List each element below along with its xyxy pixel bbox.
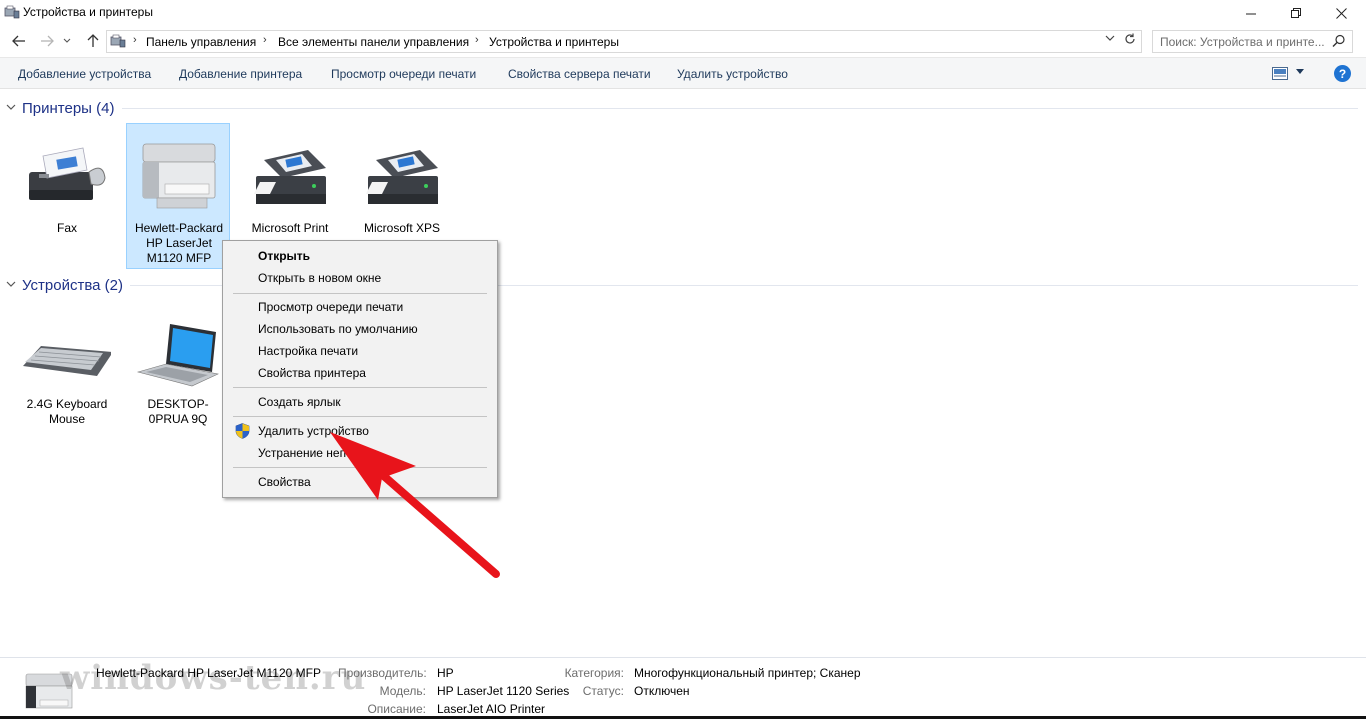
command-bar: Добавление устройства Добавление принтер… xyxy=(0,57,1366,89)
breadcrumb-separator-icon: › xyxy=(263,34,267,46)
device-keyboard-mouse[interactable]: 2.4G Keyboard Mouse xyxy=(15,300,119,434)
minimize-button[interactable] xyxy=(1228,0,1274,26)
view-options-button[interactable] xyxy=(1296,66,1304,76)
search-input[interactable] xyxy=(1153,31,1328,52)
printer-icon xyxy=(254,150,326,204)
menu-separator xyxy=(233,293,487,294)
add-device-button[interactable]: Добавление устройства xyxy=(18,67,151,81)
refresh-button[interactable] xyxy=(1123,32,1137,49)
back-button[interactable] xyxy=(8,30,30,52)
breadcrumb-separator-icon: › xyxy=(133,34,137,46)
device-label: Hewlett-Packard HP LaserJet M1120 MFP xyxy=(134,221,224,265)
recent-locations-button[interactable] xyxy=(60,30,74,52)
chevron-down-icon xyxy=(63,38,71,43)
red-arrow-annotation-icon xyxy=(330,432,500,578)
category-key: Категория: xyxy=(564,666,624,680)
help-icon[interactable]: ? xyxy=(1334,65,1351,82)
refresh-icon xyxy=(1125,33,1135,44)
device-label: 2.4G Keyboard Mouse xyxy=(26,397,108,426)
device-desktop-computer[interactable]: DESKTOP-0PRUA 9Q xyxy=(126,300,230,434)
devices-group-header[interactable]: Устройства (2) xyxy=(6,275,123,295)
menu-item-open[interactable]: Открыть xyxy=(225,245,495,267)
menu-item-open-new-window[interactable]: Открыть в новом окне xyxy=(225,267,495,289)
arrow-up-icon xyxy=(87,34,99,47)
device-label: DESKTOP-0PRUA 9Q xyxy=(147,397,209,426)
keyboard-icon xyxy=(23,346,111,376)
breadcrumb-control-panel[interactable]: Панель управления xyxy=(146,35,256,49)
close-icon xyxy=(1335,7,1347,19)
uac-shield-icon xyxy=(235,423,250,439)
breadcrumb-separator-icon: › xyxy=(475,34,479,46)
device-label: Microsoft Print xyxy=(251,221,329,235)
caret-down-icon xyxy=(1296,69,1304,74)
printer-icon xyxy=(366,150,438,204)
status-key: Статус: xyxy=(582,684,624,698)
remove-device-button[interactable]: Удалить устройство xyxy=(677,67,788,81)
device-label: Fax xyxy=(56,221,77,235)
navigation-bar: › Панель управления › Все элементы панел… xyxy=(0,26,1366,56)
fax-icon xyxy=(29,147,106,200)
title-bar: Устройства и принтеры xyxy=(0,0,1366,26)
arrow-left-icon xyxy=(12,35,25,47)
device-label: Microsoft XPS xyxy=(363,221,441,235)
description-value: LaserJet AIO Printer xyxy=(437,702,546,716)
group-label: Принтеры (4) xyxy=(22,99,115,117)
chevron-down-icon xyxy=(6,279,20,291)
device-fax[interactable]: Fax xyxy=(15,124,119,268)
details-pane: windows-ten.ru Hewlett-Packard HP LaserJ… xyxy=(0,657,1366,719)
chevron-down-icon xyxy=(1105,35,1115,41)
window-title: Устройства и принтеры xyxy=(23,5,153,19)
printers-group-header[interactable]: Принтеры (4) xyxy=(6,98,114,118)
group-label: Устройства (2) xyxy=(22,276,123,294)
manufacturer-value: HP xyxy=(437,666,454,680)
menu-separator xyxy=(233,387,487,388)
chevron-down-icon xyxy=(6,102,20,114)
address-bar[interactable]: › Панель управления › Все элементы панел… xyxy=(106,30,1142,53)
group-divider xyxy=(122,108,1358,109)
mfp-printer-icon xyxy=(142,143,216,209)
up-button[interactable] xyxy=(82,30,104,52)
menu-item-printing-preferences[interactable]: Настройка печати xyxy=(225,340,495,362)
model-key: Модель: xyxy=(379,684,426,698)
menu-item-view-print-queue[interactable]: Просмотр очереди печати xyxy=(225,296,495,318)
control-panel-icon xyxy=(110,34,126,48)
devices-printers-app-icon xyxy=(4,5,20,19)
restore-icon xyxy=(1290,7,1301,18)
laptop-icon xyxy=(136,324,219,387)
menu-separator xyxy=(233,416,487,417)
menu-item-create-shortcut[interactable]: Создать ярлык xyxy=(225,391,495,413)
breadcrumb-devices-printers[interactable]: Устройства и принтеры xyxy=(489,35,619,49)
status-value: Отключен xyxy=(634,684,690,698)
search-box[interactable] xyxy=(1152,30,1353,53)
add-printer-button[interactable]: Добавление принтера xyxy=(179,67,302,81)
manufacturer-key: Производитель: xyxy=(338,666,427,680)
close-button[interactable] xyxy=(1318,0,1364,26)
breadcrumb-all-items[interactable]: Все элементы панели управления xyxy=(278,35,469,49)
menu-item-set-default[interactable]: Использовать по умолчанию xyxy=(225,318,495,340)
arrow-right-icon xyxy=(41,35,54,47)
print-server-properties-button[interactable]: Свойства сервера печати xyxy=(508,67,651,81)
minimize-icon xyxy=(1245,13,1256,14)
see-print-queue-button[interactable]: Просмотр очереди печати xyxy=(331,67,476,81)
forward-button[interactable] xyxy=(36,30,58,52)
restore-button[interactable] xyxy=(1273,0,1319,26)
device-name: Hewlett-Packard HP LaserJet M1120 MFP xyxy=(96,666,321,680)
category-value: Многофункциональный принтер; Сканер xyxy=(634,666,861,680)
change-view-icon[interactable] xyxy=(1272,67,1288,80)
description-key: Описание: xyxy=(367,702,426,716)
address-history-button[interactable] xyxy=(1105,34,1115,45)
menu-item-printer-properties[interactable]: Свойства принтера xyxy=(225,362,495,384)
search-icon[interactable] xyxy=(1332,34,1346,48)
device-hp-laserjet[interactable]: Hewlett-Packard HP LaserJet M1120 MFP xyxy=(126,123,230,269)
